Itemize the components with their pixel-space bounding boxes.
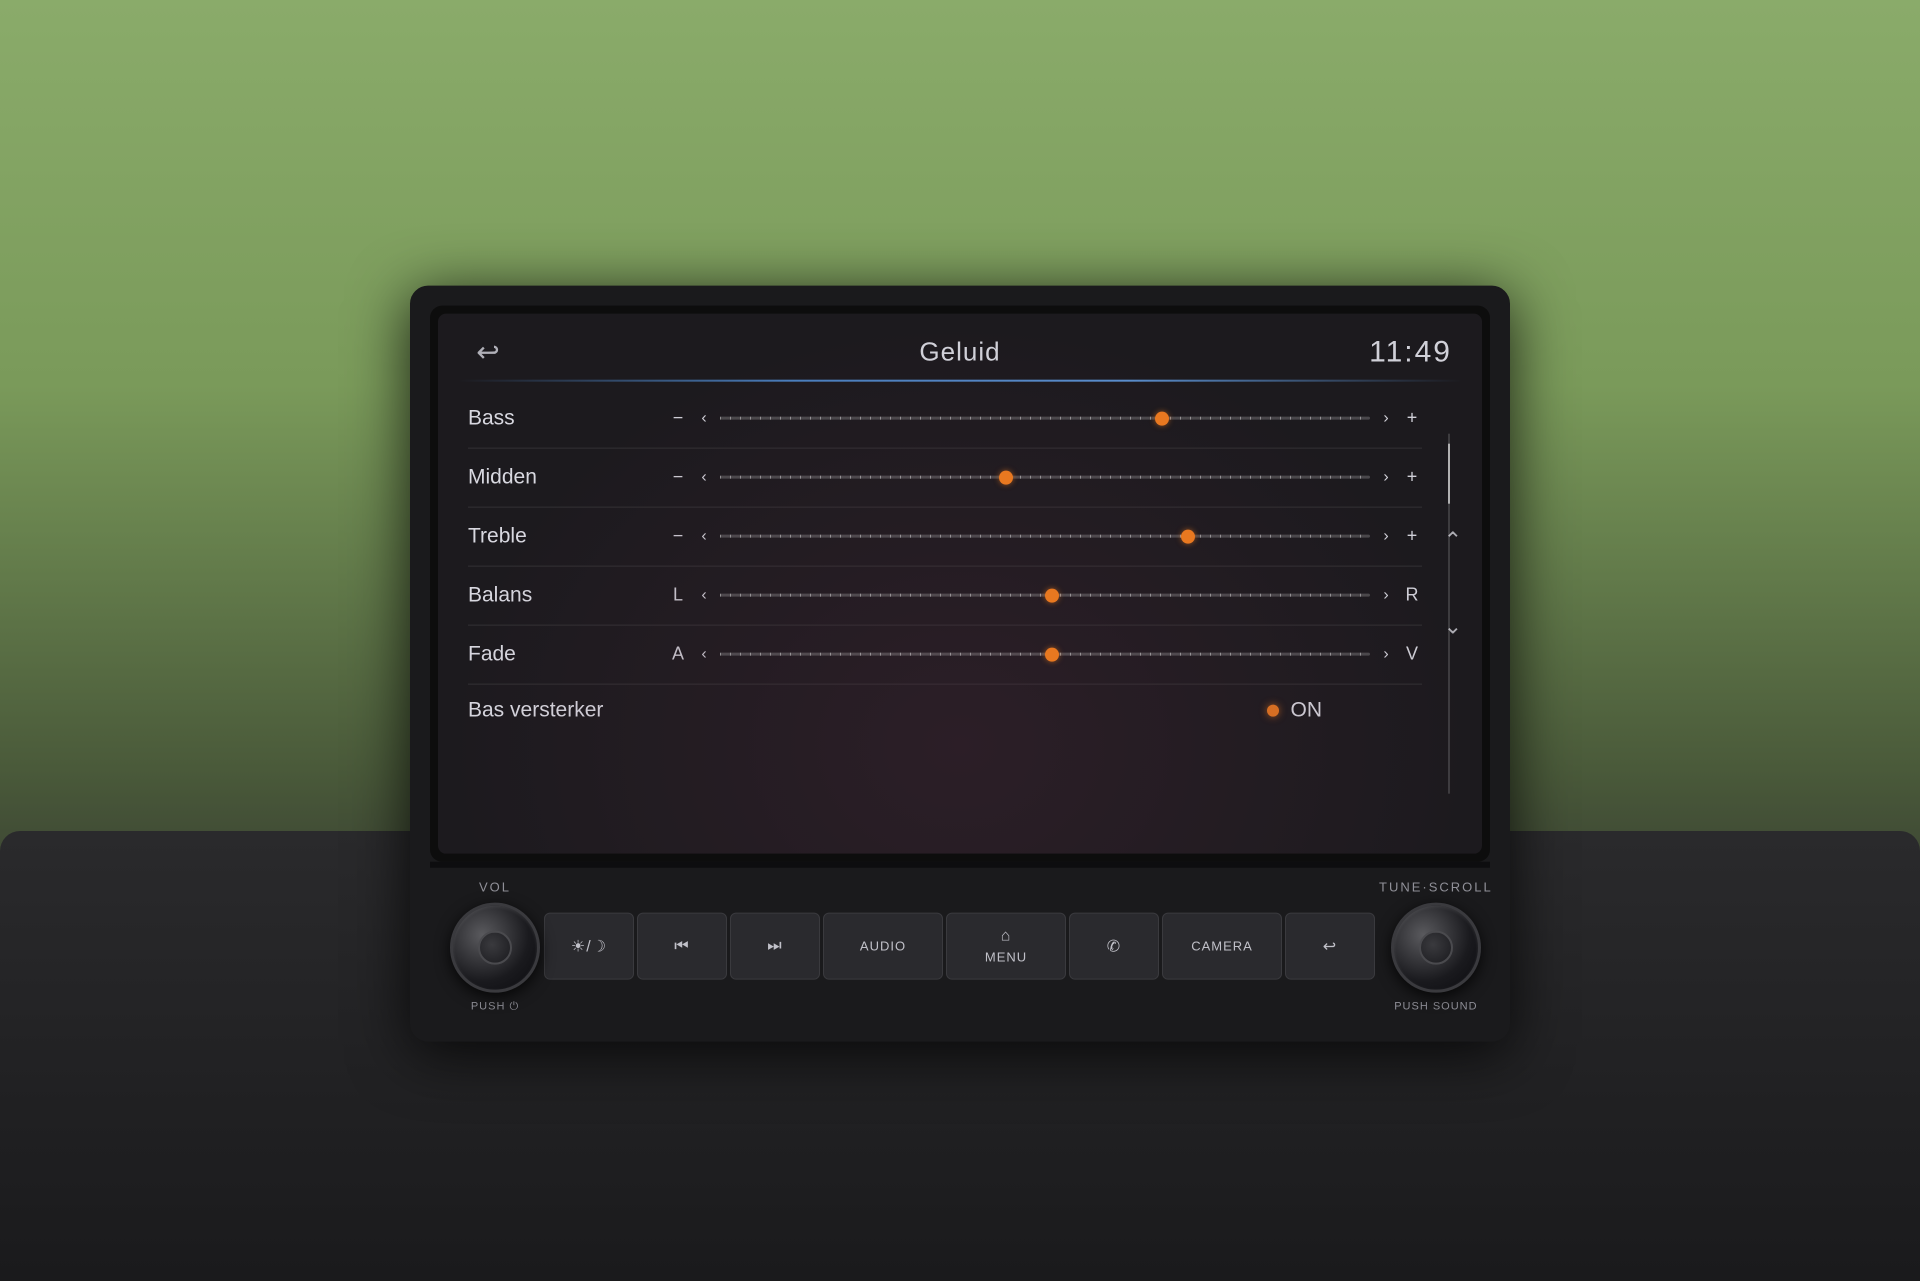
audio-label: AUDIO — [860, 939, 906, 954]
midden-label: Midden — [468, 465, 668, 489]
bass-minus[interactable]: − — [668, 408, 688, 429]
balans-slider[interactable] — [720, 580, 1370, 610]
balans-left-label: L — [668, 585, 688, 606]
vol-knob-section: VOL PUSH ⏻ — [450, 879, 540, 1013]
midden-track — [720, 476, 1370, 479]
bas-versterker-row[interactable]: Bas versterker ON — [468, 684, 1422, 736]
treble-chevron-right[interactable]: › — [1378, 527, 1394, 545]
back-button[interactable]: ↩ — [468, 336, 508, 369]
bass-row: Bass − ‹ › + — [468, 389, 1422, 448]
vol-push-label: PUSH ⏻ — [471, 1000, 519, 1013]
menu-button[interactable]: ⌂ MENU — [946, 913, 1066, 980]
vol-label: VOL — [479, 879, 511, 894]
bass-chevron-left[interactable]: ‹ — [696, 409, 712, 427]
screen-title: Geluid — [919, 337, 1000, 368]
bass-track — [720, 417, 1370, 420]
scroll-up-button[interactable]: ⌃ — [1444, 527, 1462, 553]
tune-label: TUNE·SCROLL — [1379, 880, 1493, 895]
bas-versterker-label: Bas versterker — [468, 698, 668, 722]
phone-button[interactable]: ✆ — [1069, 913, 1159, 980]
fade-slider[interactable] — [720, 639, 1370, 669]
button-bar: ☀/☽ ⏮ ⏭ AUDIO ⌂ MENU ✆ CAMERA ↩ — [544, 913, 1375, 980]
treble-track — [720, 535, 1370, 538]
scroll-down-button[interactable]: ⌄ — [1444, 613, 1462, 639]
midden-row: Midden − ‹ › + — [468, 448, 1422, 507]
midden-thumb — [999, 470, 1013, 484]
balans-chevron-left[interactable]: ‹ — [696, 586, 712, 604]
midden-minus[interactable]: − — [668, 467, 688, 488]
blue-divider — [458, 379, 1462, 381]
bas-versterker-value: ON — [1291, 698, 1323, 722]
fade-label: Fade — [468, 642, 668, 666]
midden-slider[interactable] — [720, 462, 1370, 492]
brightness-icon: ☀/☽ — [571, 936, 607, 956]
forward-icon: ⏭ — [767, 937, 782, 955]
forward-button[interactable]: ⏭ — [730, 913, 820, 980]
treble-plus[interactable]: + — [1402, 526, 1422, 547]
camera-label: CAMERA — [1191, 939, 1253, 954]
back-hw-icon: ↩ — [1323, 936, 1337, 956]
midden-chevron-left[interactable]: ‹ — [696, 468, 712, 486]
balans-right-label: R — [1402, 585, 1422, 606]
balans-thumb — [1045, 588, 1059, 602]
bas-versterker-status: ON — [1267, 698, 1323, 722]
midden-chevron-right[interactable]: › — [1378, 468, 1394, 486]
bass-slider-container: − ‹ › + — [668, 403, 1422, 433]
scroll-indicator — [1448, 433, 1450, 793]
treble-slider-container: − ‹ › + — [668, 521, 1422, 551]
bottom-controls: VOL PUSH ⏻ ☀/☽ ⏮ ⏭ AUDIO ⌂ MENU — [430, 867, 1490, 1021]
scroll-thumb — [1448, 443, 1450, 503]
vol-knob[interactable] — [450, 902, 540, 992]
tune-push-label: PUSH SOUND — [1394, 1001, 1477, 1013]
fade-thumb — [1045, 647, 1059, 661]
balans-track — [720, 594, 1370, 597]
fade-left-label: A — [668, 644, 688, 665]
balans-label: Balans — [468, 583, 668, 607]
fade-right-label: V — [1402, 644, 1422, 665]
midden-plus[interactable]: + — [1402, 467, 1422, 488]
fade-chevron-right[interactable]: › — [1378, 645, 1394, 663]
screen-header: ↩ Geluid 11:49 — [438, 313, 1482, 379]
fade-track — [720, 653, 1370, 656]
screen-bezel: ↩ Geluid 11:49 ⌃ ⌄ Bass − — [430, 305, 1490, 861]
fade-row: Fade A ‹ › V — [468, 625, 1422, 684]
bass-slider[interactable] — [720, 403, 1370, 433]
rewind-icon: ⏮ — [674, 937, 689, 955]
tune-knob[interactable] — [1391, 903, 1481, 993]
balans-row: Balans L ‹ › R — [468, 566, 1422, 625]
phone-icon: ✆ — [1107, 936, 1121, 956]
brightness-button[interactable]: ☀/☽ — [544, 913, 634, 980]
bas-versterker-dot — [1267, 704, 1279, 716]
bass-thumb — [1155, 411, 1169, 425]
screen-time: 11:49 — [1369, 335, 1452, 369]
fade-slider-container: A ‹ › V — [668, 639, 1422, 669]
rewind-button[interactable]: ⏮ — [637, 913, 727, 980]
treble-chevron-left[interactable]: ‹ — [696, 527, 712, 545]
midden-slider-container: − ‹ › + — [668, 462, 1422, 492]
scroll-arrows: ⌃ ⌄ — [1444, 527, 1462, 639]
treble-label: Treble — [468, 524, 668, 548]
camera-button[interactable]: CAMERA — [1162, 913, 1282, 980]
treble-row: Treble − ‹ › + — [468, 507, 1422, 566]
balans-chevron-right[interactable]: › — [1378, 586, 1394, 604]
bass-chevron-right[interactable]: › — [1378, 409, 1394, 427]
home-icon: ⌂ — [1001, 928, 1012, 946]
infotainment-unit: ↩ Geluid 11:49 ⌃ ⌄ Bass − — [410, 285, 1510, 1041]
treble-thumb — [1181, 529, 1195, 543]
bass-plus[interactable]: + — [1402, 408, 1422, 429]
menu-label: MENU — [985, 950, 1027, 965]
balans-slider-container: L ‹ › R — [668, 580, 1422, 610]
bass-label: Bass — [468, 406, 668, 430]
tune-knob-section: TUNE·SCROLL PUSH SOUND — [1379, 880, 1493, 1013]
fade-chevron-left[interactable]: ‹ — [696, 645, 712, 663]
screen: ↩ Geluid 11:49 ⌃ ⌄ Bass − — [438, 313, 1482, 853]
treble-slider[interactable] — [720, 521, 1370, 551]
treble-minus[interactable]: − — [668, 526, 688, 547]
settings-list: Bass − ‹ › + Midden — [438, 389, 1482, 736]
back-hw-button[interactable]: ↩ — [1285, 913, 1375, 980]
audio-button[interactable]: AUDIO — [823, 913, 943, 980]
